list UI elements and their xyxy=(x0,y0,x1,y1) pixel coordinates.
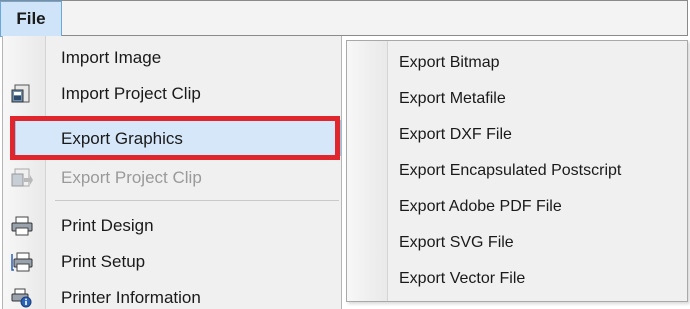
menu-item-print-design[interactable]: Print Design xyxy=(3,208,341,244)
menu-item-import-project-clip[interactable]: Import Project Clip xyxy=(3,76,341,112)
menu-item-printer-information[interactable]: Printer Information xyxy=(3,280,341,309)
submenu-item-export-bitmap[interactable]: Export Bitmap xyxy=(347,45,687,81)
submenu-item-label: Export Encapsulated Postscript xyxy=(399,162,622,179)
menu-bar: File xyxy=(0,0,688,37)
file-menu-dropdown: Import Image Import Project Clip Export … xyxy=(2,36,342,309)
import-project-clip-icon xyxy=(11,84,30,103)
menu-separator xyxy=(55,200,339,201)
menu-item-label: Print Setup xyxy=(61,252,146,271)
submenu-item-label: Export Adobe PDF File xyxy=(399,198,562,215)
menu-item-label: Printer Information xyxy=(61,288,201,307)
submenu-item-export-svg-file[interactable]: Export SVG File xyxy=(347,225,687,261)
menu-item-label: Print Design xyxy=(61,216,154,235)
menu-item-label: Import Project Clip xyxy=(61,84,201,103)
submenu-item-export-dxf-file[interactable]: Export DXF File xyxy=(347,117,687,153)
export-graphics-submenu: Export Bitmap Export Metafile Export DXF… xyxy=(346,40,688,302)
submenu-item-label: Export Metafile xyxy=(399,90,506,107)
submenu-item-label: Export SVG File xyxy=(399,234,514,251)
menu-item-print-setup[interactable]: Print Setup xyxy=(3,244,341,280)
file-menu-button[interactable]: File xyxy=(0,1,62,37)
menu-item-label: Export Project Clip xyxy=(61,168,202,187)
menu-item-import-image[interactable]: Import Image xyxy=(3,40,341,76)
menu-item-export-graphics[interactable]: Export Graphics xyxy=(15,120,341,156)
submenu-item-label: Export DXF File xyxy=(399,126,512,143)
submenu-item-label: Export Bitmap xyxy=(399,54,500,71)
menu-item-label: Import Image xyxy=(61,48,162,67)
submenu-item-label: Export Vector File xyxy=(399,270,526,287)
menu-item-export-project-clip: Export Project Clip xyxy=(3,160,341,196)
menu-item-label: Export Graphics xyxy=(61,129,183,148)
print-setup-icon xyxy=(11,252,33,272)
submenu-item-export-vector-file[interactable]: Export Vector File xyxy=(347,261,687,297)
submenu-item-export-metafile[interactable]: Export Metafile xyxy=(347,81,687,117)
printer-info-icon xyxy=(11,288,32,308)
submenu-item-export-adobe-pdf-file[interactable]: Export Adobe PDF File xyxy=(347,189,687,225)
export-project-clip-icon xyxy=(11,168,33,187)
printer-icon xyxy=(11,216,33,236)
submenu-item-export-encapsulated-postscript[interactable]: Export Encapsulated Postscript xyxy=(347,153,687,189)
